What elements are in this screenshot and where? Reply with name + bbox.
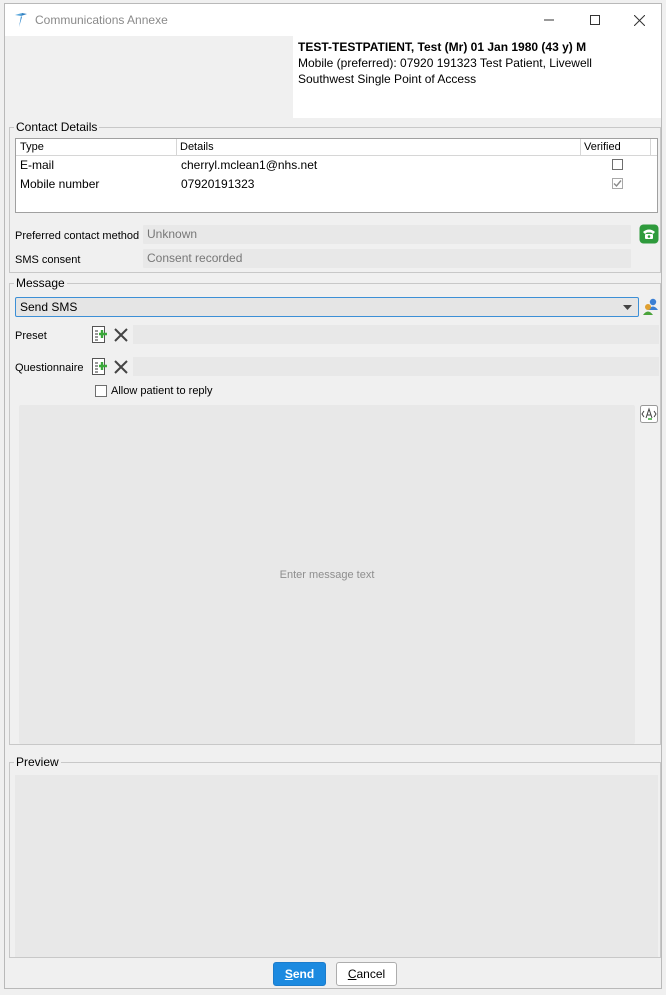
questionnaire-label: Questionnaire (15, 362, 84, 374)
send-label: end (292, 967, 315, 981)
message-group: Message Send SMS Preset Questionnaire Al… (9, 276, 661, 745)
message-text-area[interactable]: Enter message text (19, 405, 635, 744)
email-verified-checkbox[interactable] (612, 159, 623, 170)
close-icon (633, 14, 645, 26)
contact-details: 07920191323 (181, 177, 255, 191)
contact-type: Mobile number (20, 177, 100, 191)
column-header-type[interactable]: Type (20, 141, 44, 153)
column-divider (650, 139, 651, 156)
preferred-contact-field: Unknown (143, 225, 631, 244)
send-button[interactable]: Send (273, 962, 326, 986)
preview-legend: Preview (14, 755, 61, 769)
clear-icon (114, 360, 128, 374)
app-logo-icon (15, 13, 27, 27)
column-header-details[interactable]: Details (180, 141, 214, 153)
patient-banner: TEST-TESTPATIENT, Test (Mr) 01 Jan 1980 … (293, 36, 661, 118)
contact-type: E-mail (20, 158, 55, 172)
preset-clear-button[interactable] (111, 325, 131, 345)
contact-table-header: Type Details Verified (16, 139, 657, 156)
allow-reply-label[interactable]: Allow patient to reply (111, 385, 213, 397)
mobile-verified-checkbox[interactable] (612, 178, 623, 189)
maximize-icon (590, 15, 600, 25)
add-template-icon (92, 358, 107, 375)
message-placeholder: Enter message text (279, 569, 375, 581)
cancel-button[interactable]: Cancel (336, 962, 397, 986)
minimize-icon (544, 19, 554, 21)
preset-field[interactable] (133, 325, 659, 344)
preset-select-button[interactable] (90, 325, 110, 345)
header-spacer (5, 36, 293, 118)
chevron-down-icon (623, 305, 632, 310)
contact-details-group: Contact Details Type Details Verified E-… (9, 120, 661, 273)
message-legend: Message (14, 276, 67, 290)
title-bar: Communications Annexe (5, 4, 661, 36)
clear-icon (114, 328, 128, 342)
add-template-icon (92, 326, 107, 343)
phone-icon (639, 224, 659, 244)
contact-table: Type Details Verified E-mail cherryl.mcl… (15, 138, 658, 213)
close-button[interactable] (616, 4, 662, 36)
patient-name: TEST-TESTPATIENT, Test (Mr) 01 Jan 1980 … (298, 40, 587, 54)
people-icon (643, 298, 658, 315)
maximize-button[interactable] (572, 4, 618, 36)
communications-annexe-window: Communications Annexe TEST-TESTPATIENT, … (4, 3, 662, 989)
contact-details-legend: Contact Details (14, 120, 100, 134)
questionnaire-field[interactable] (133, 357, 659, 376)
recipients-button[interactable] (641, 297, 661, 317)
sms-consent-field: Consent recorded (143, 249, 631, 268)
sms-consent-label: SMS consent (15, 254, 81, 266)
preview-area (15, 775, 658, 957)
patient-contact-line: Mobile (preferred): 07920 191323 Test Pa… (298, 56, 592, 70)
allow-reply-checkbox[interactable] (95, 385, 107, 397)
patient-service-line: Southwest Single Point of Access (298, 72, 477, 86)
minimize-button[interactable] (526, 4, 572, 36)
checkmark-icon (613, 180, 622, 188)
send-mnemonic: S (284, 967, 293, 981)
preview-group: Preview (9, 755, 661, 958)
cancel-label: ancel (356, 967, 386, 981)
message-type-select[interactable]: Send SMS (15, 297, 639, 317)
questionnaire-select-button[interactable] (90, 357, 110, 377)
column-divider[interactable] (580, 139, 581, 156)
column-header-verified[interactable]: Verified (584, 141, 621, 153)
message-type-value: Send SMS (20, 300, 78, 314)
phone-button[interactable] (639, 224, 659, 244)
preset-label: Preset (15, 330, 47, 342)
window-title: Communications Annexe (35, 13, 168, 27)
cancel-mnemonic: C (347, 967, 357, 981)
text-format-icon (640, 405, 658, 423)
contact-details: cherryl.mclean1@nhs.net (181, 158, 318, 172)
text-format-button[interactable] (639, 404, 659, 424)
preferred-contact-label: Preferred contact method (15, 230, 140, 242)
questionnaire-clear-button[interactable] (111, 357, 131, 377)
column-divider[interactable] (176, 139, 177, 156)
